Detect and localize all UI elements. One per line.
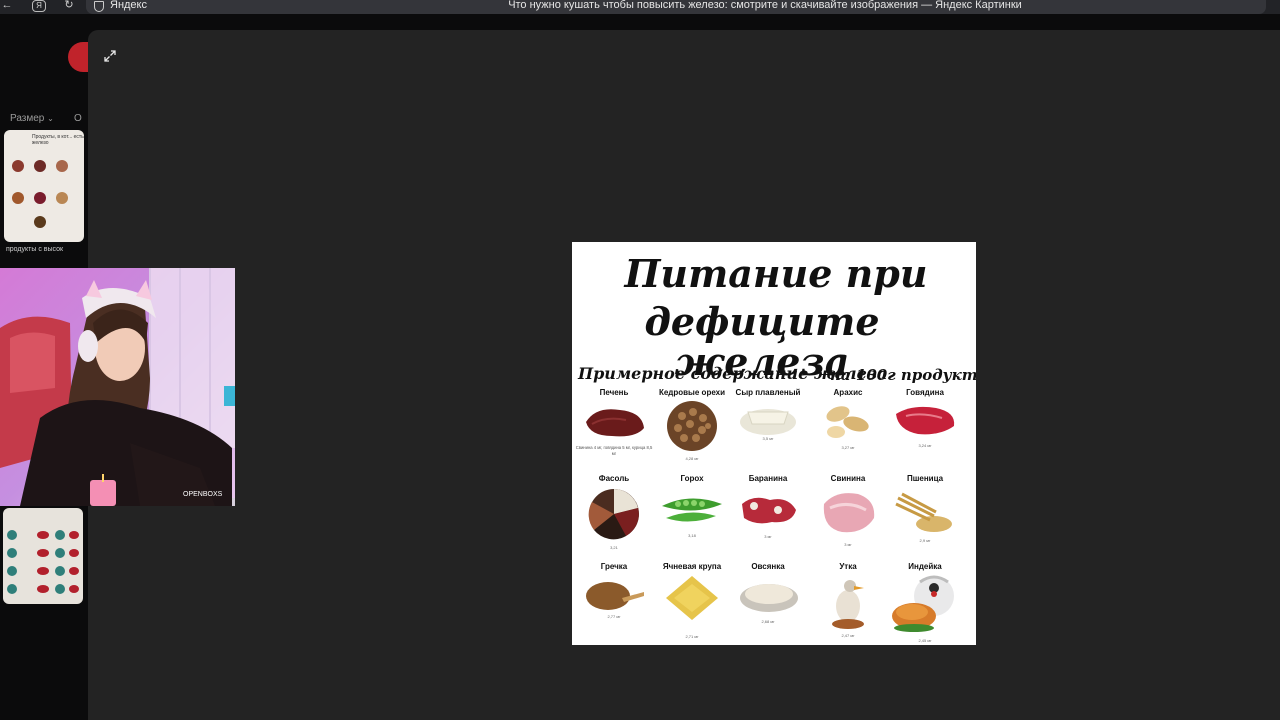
food-name: Горох xyxy=(680,474,704,483)
wheat-image xyxy=(895,492,952,532)
food-name: Печень xyxy=(599,388,629,397)
webcam-watermark: OPENBOXS xyxy=(183,491,223,498)
orientation-filter[interactable]: О xyxy=(74,113,82,124)
food-name: Сыр плавленый xyxy=(735,388,801,397)
food-name: Индейка xyxy=(908,562,942,571)
food-name: Свинина xyxy=(830,474,866,483)
food-dot xyxy=(56,160,68,172)
food-iron-value: 4,28 мг xyxy=(685,456,699,461)
food-iron-value: 3,24 мг xyxy=(918,443,932,448)
chevron-down-icon: ⌄ xyxy=(47,114,54,123)
food-iron-value: 2,77 мг xyxy=(607,614,621,619)
food-iron-value: 2,45 мг xyxy=(918,638,932,643)
list-item xyxy=(7,584,79,596)
food-iron-value: 2,71 мг xyxy=(685,634,699,639)
thumbnail-caption: Продукты, в кот... есть железо xyxy=(32,134,84,146)
result-thumbnail-3[interactable] xyxy=(3,508,83,604)
pork-image xyxy=(823,493,875,533)
food-iron-value: 3,27 мг xyxy=(841,445,855,450)
duck-image xyxy=(832,580,864,629)
food-name: Фасоль xyxy=(598,474,630,483)
list-item xyxy=(7,548,79,560)
thumbnail-caption-2[interactable]: продукты с высок xyxy=(6,246,63,253)
food-name: Гречка xyxy=(600,562,628,571)
food-name: Пшеница xyxy=(906,474,944,483)
food-iron-value: 2,68 мг xyxy=(761,619,775,624)
food-name: Баранина xyxy=(748,474,788,483)
viewed-image[interactable]: Питание при дефиците железа Примерное со… xyxy=(572,242,976,645)
food-name: Утка xyxy=(839,562,857,571)
list-item xyxy=(7,530,79,542)
size-filter-label: Размер xyxy=(10,113,45,124)
beans-image xyxy=(588,489,639,540)
food-name: Овсянка xyxy=(751,562,785,571)
red-round-button[interactable] xyxy=(68,42,90,72)
food-iron-value: 3,18 xyxy=(688,533,696,538)
food-name: Ячневая крупа xyxy=(662,562,722,571)
barley-grits-image xyxy=(666,576,718,620)
result-thumbnail[interactable]: Продукты, в кот... есть железо xyxy=(4,130,84,242)
pine-nuts-image xyxy=(667,401,717,451)
food-name: Арахис xyxy=(833,388,863,397)
fullscreen-expand-icon[interactable] xyxy=(102,48,118,64)
food-name: Кедровые орехи xyxy=(658,388,726,397)
image-subtitle-part2: на 100г продукта: xyxy=(830,366,976,384)
food-iron-value: 3 мг xyxy=(844,542,852,547)
food-dot xyxy=(34,192,46,204)
liver-image xyxy=(586,409,644,437)
image-title-line1: Питание при xyxy=(624,251,928,296)
peas-image xyxy=(662,498,722,522)
peanuts-image xyxy=(826,406,869,438)
list-item xyxy=(7,566,79,578)
buckwheat-image xyxy=(586,582,644,610)
liver-note: Свинина 4 мг, говядина 5 мг, курица 8,5 … xyxy=(575,445,653,456)
beef-image xyxy=(896,406,955,435)
food-iron-value: 3 мг xyxy=(764,534,772,539)
food-dot xyxy=(12,192,24,204)
processed-cheese-image xyxy=(740,409,796,435)
oatmeal-image xyxy=(740,584,798,612)
food-iron-value: 3,21 xyxy=(610,545,618,550)
food-iron-value: 2,47 мг xyxy=(841,633,855,638)
food-name: Говядина xyxy=(906,388,944,397)
turkey-image xyxy=(892,575,954,632)
streamer-webcam: OPENBOXS xyxy=(0,268,235,506)
size-filter[interactable]: Размер ⌄ xyxy=(10,113,54,124)
page-title: Что нужно кушать чтобы повысить железо: … xyxy=(508,0,1022,11)
food-dot xyxy=(56,192,68,204)
food-iron-value: 2,9 мг xyxy=(919,538,931,543)
food-iron-value: 3,5 мг xyxy=(762,436,774,441)
lamb-image xyxy=(742,497,796,524)
food-dot xyxy=(34,216,46,228)
food-dot xyxy=(34,160,46,172)
food-dot xyxy=(12,160,24,172)
browser-toolbar: ← Я ↻ Яндекс Что нужно кушать чтобы повы… xyxy=(0,0,1280,14)
